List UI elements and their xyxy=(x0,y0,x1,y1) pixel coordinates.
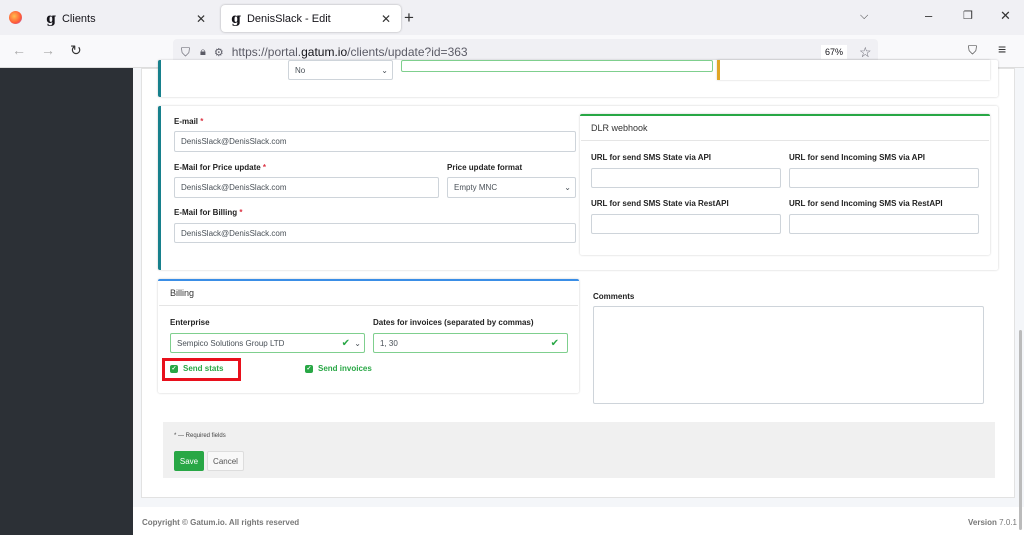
lock-icon[interactable]: 🔒︎ xyxy=(200,46,206,59)
copyright: Copyright © Gatum.io. All rights reserve… xyxy=(142,518,300,527)
send-invoices-checkbox[interactable]: ✓ Send invoices xyxy=(305,364,372,373)
pocket-icon[interactable]: ⛉ xyxy=(968,43,977,58)
billing-email-label: E-Mail for Billing * xyxy=(174,208,243,217)
gatum-logo-icon: ց xyxy=(46,10,56,27)
required-note: * — Required fields xyxy=(174,433,226,439)
url-text: https://portal.gatum.io/clients/update?i… xyxy=(231,45,468,59)
forward-icon[interactable]: → xyxy=(41,42,55,58)
email-label: E-mail * xyxy=(174,117,204,126)
price-email-label: E-Mail for Price update * xyxy=(174,163,267,172)
dlr-webhook-title: DLR webhook xyxy=(591,123,648,133)
price-format-label: Price update format xyxy=(447,163,523,172)
bookmark-star-icon[interactable]: ☆ xyxy=(859,44,872,61)
tab-edit[interactable]: ց DenisSlack - Edit ✕ xyxy=(221,5,401,32)
price-format-select[interactable]: Empty MNC ⌄ xyxy=(447,177,576,198)
chevron-down-icon: ⌄ xyxy=(381,65,388,75)
divider xyxy=(581,140,989,141)
cancel-button[interactable]: Cancel xyxy=(207,451,244,471)
scrollbar[interactable] xyxy=(1019,330,1022,530)
shield-icon[interactable]: ⛉ xyxy=(181,45,190,60)
new-tab-button[interactable]: + xyxy=(404,8,414,28)
menu-icon[interactable]: ≡ xyxy=(998,41,1006,57)
dates-label: Dates for invoices (separated by commas) xyxy=(373,318,534,327)
sms-state-api-label: URL for send SMS State via API xyxy=(591,153,712,162)
gatum-logo-icon: ց xyxy=(231,10,241,27)
form-actions xyxy=(163,422,995,478)
firefox-icon[interactable] xyxy=(9,11,22,24)
restore-button[interactable]: ❐ xyxy=(963,9,973,22)
save-button[interactable]: Save xyxy=(174,451,204,471)
chevron-down-icon: ⌄ xyxy=(354,338,361,348)
zoom-level[interactable]: 67% xyxy=(821,45,848,59)
tab-label: Clients xyxy=(61,12,96,25)
incoming-sms-api-field[interactable] xyxy=(789,168,979,188)
close-window-button[interactable]: ✕ xyxy=(1000,8,1011,24)
valid-check-icon: ✔ xyxy=(550,337,559,349)
sms-state-restapi-field[interactable] xyxy=(591,214,781,234)
sms-state-restapi-label: URL for send SMS State via RestAPI xyxy=(591,199,729,208)
incoming-sms-api-label: URL for send Incoming SMS via API xyxy=(789,153,926,162)
select-field[interactable]: No ⌄ xyxy=(288,60,393,80)
email-field[interactable]: DenisSlack@DenisSlack.com xyxy=(174,131,576,152)
comments-label: Comments xyxy=(593,292,635,301)
sidebar xyxy=(0,68,133,535)
list-tabs-icon[interactable]: ⌵ xyxy=(860,10,868,23)
chevron-down-icon: ⌄ xyxy=(564,183,571,192)
reload-icon[interactable]: ↻ xyxy=(70,42,82,59)
incoming-sms-restapi-label: URL for send Incoming SMS via RestAPI xyxy=(789,199,943,208)
send-stats-checkbox[interactable]: ✓ Send stats xyxy=(170,364,223,373)
billing-email-field[interactable]: DenisSlack@DenisSlack.com xyxy=(174,223,576,243)
permissions-icon[interactable]: ⚙ xyxy=(214,46,224,59)
info-box xyxy=(717,60,990,80)
tab-label: DenisSlack - Edit xyxy=(246,12,331,25)
price-email-field[interactable]: DenisSlack@DenisSlack.com xyxy=(174,177,439,198)
enterprise-select[interactable]: Sempico Solutions Group LTD ✔ ⌄ xyxy=(170,333,365,353)
valid-check-icon: ✔ xyxy=(341,337,350,349)
textarea-field[interactable] xyxy=(401,60,713,72)
version: Version 7.0.1 xyxy=(968,518,1017,527)
back-icon[interactable]: ← xyxy=(12,42,26,58)
incoming-sms-restapi-field[interactable] xyxy=(789,214,979,234)
sms-state-api-field[interactable] xyxy=(591,168,781,188)
close-tab-icon[interactable]: ✕ xyxy=(381,12,391,26)
checkbox-checked-icon: ✓ xyxy=(170,364,178,373)
billing-title: Billing xyxy=(170,288,195,298)
checkbox-checked-icon: ✓ xyxy=(305,364,313,373)
enterprise-label: Enterprise xyxy=(170,318,210,327)
divider xyxy=(159,305,578,306)
tab-clients[interactable]: ց Clients ✕ xyxy=(36,5,216,32)
dates-field[interactable]: 1, 30 ✔ xyxy=(373,333,568,353)
close-tab-icon[interactable]: ✕ xyxy=(196,12,206,26)
tab-bar: ց Clients ✕ ց DenisSlack - Edit ✕ + ⌵ – ❐ ✕ xyxy=(0,0,1024,35)
comments-textarea[interactable] xyxy=(593,306,984,404)
minimize-button[interactable]: – xyxy=(925,8,932,23)
